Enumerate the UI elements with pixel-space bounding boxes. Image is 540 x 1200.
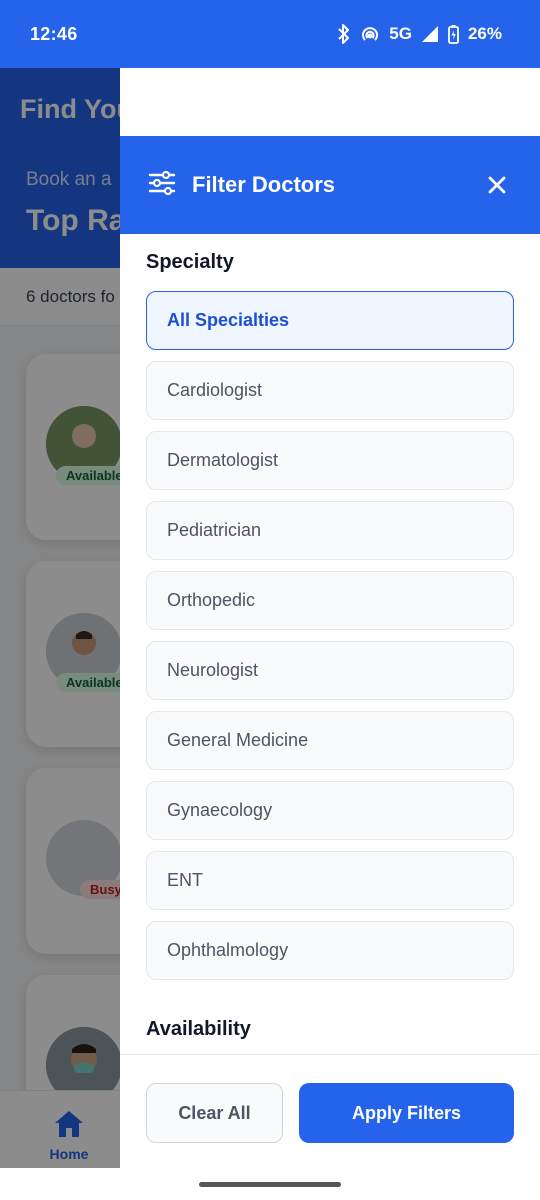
availability-section-title: Availability [146, 1018, 251, 1040]
specialty-option-all[interactable]: All Specialties [146, 291, 514, 350]
close-icon [488, 176, 506, 194]
drawer-title: Filter Doctors [192, 172, 336, 197]
specialty-option-pediatrician[interactable]: Pediatrician [146, 501, 514, 560]
specialty-option-dermatologist[interactable]: Dermatologist [146, 431, 514, 490]
drawer-header: Filter Doctors [120, 136, 540, 234]
signal-icon [421, 25, 439, 43]
status-bar: 12:46 5G 26% [0, 0, 540, 68]
hotspot-icon [360, 25, 380, 43]
close-button[interactable] [482, 170, 512, 200]
specialty-list: All Specialties Cardiologist Dermatologi… [146, 291, 514, 991]
specialty-option-neurologist[interactable]: Neurologist [146, 641, 514, 700]
bluetooth-icon [337, 24, 351, 44]
filter-sliders-icon [148, 170, 176, 200]
specialty-option-ophthalmology[interactable]: Ophthalmology [146, 921, 514, 980]
gesture-handle[interactable] [199, 1182, 341, 1187]
specialty-option-cardiologist[interactable]: Cardiologist [146, 361, 514, 420]
drawer-body[interactable]: Specialty All Specialties Cardiologist D… [120, 234, 540, 1054]
drawer-footer: Clear All Apply Filters [120, 1054, 540, 1168]
specialty-option-ent[interactable]: ENT [146, 851, 514, 910]
specialty-option-orthopedic[interactable]: Orthopedic [146, 571, 514, 630]
apply-filters-button[interactable]: Apply Filters [299, 1083, 514, 1143]
battery-charging-icon [448, 24, 459, 44]
battery-level: 26% [467, 24, 502, 43]
status-time: 12:46 [30, 23, 78, 44]
clear-all-button[interactable]: Clear All [146, 1083, 283, 1143]
status-icons: 5G 26% [337, 24, 502, 44]
specialty-option-general-medicine[interactable]: General Medicine [146, 711, 514, 770]
filter-drawer: Filter Doctors Specialty All Specialties… [120, 68, 540, 1168]
specialty-option-gynaecology[interactable]: Gynaecology [146, 781, 514, 840]
specialty-section-title: Specialty [146, 251, 234, 273]
network-label: 5G [389, 24, 412, 43]
